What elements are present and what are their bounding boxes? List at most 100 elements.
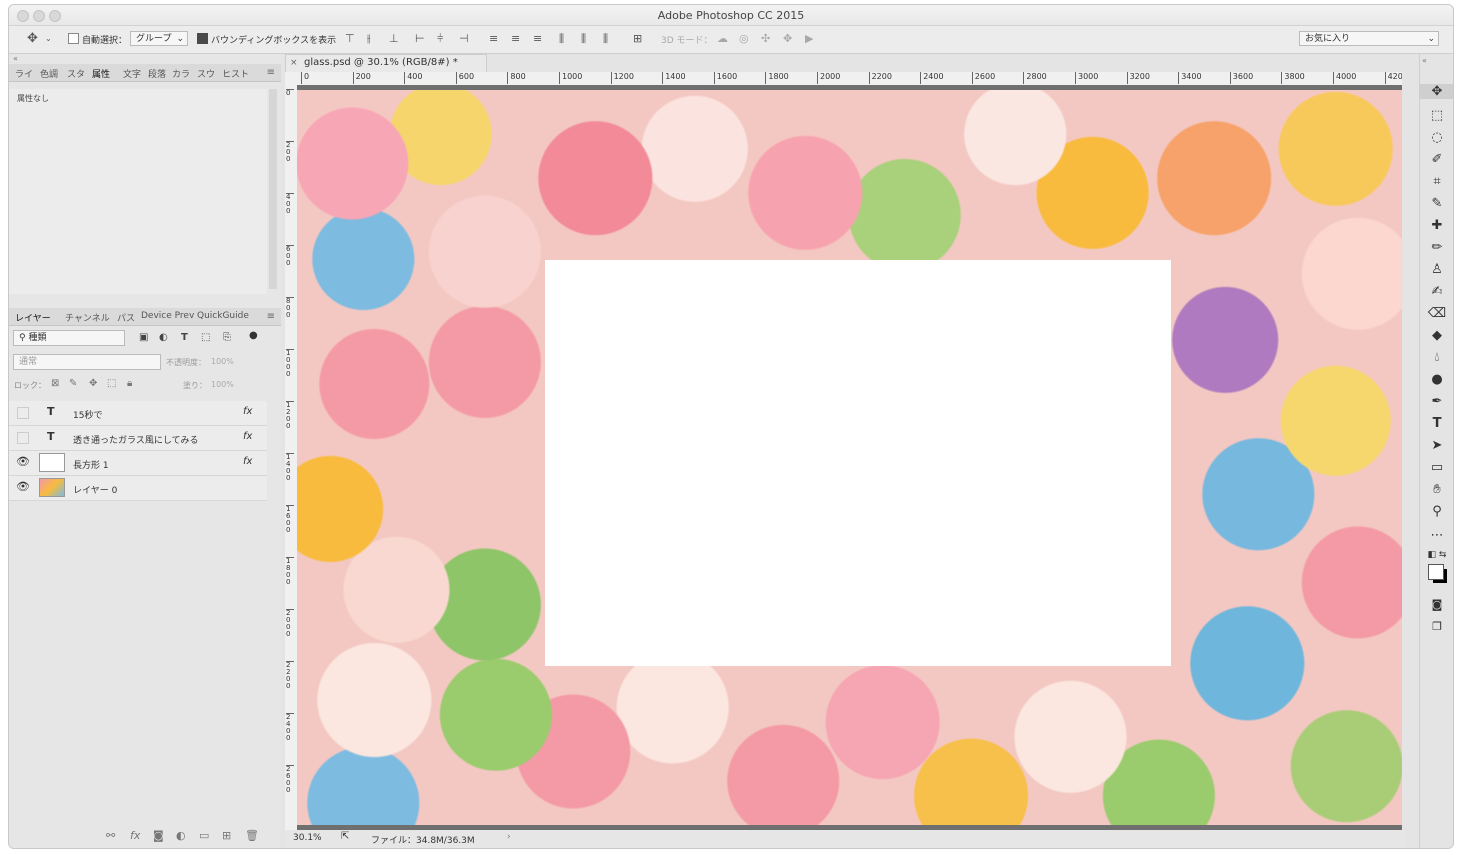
auto-select-checkbox[interactable]: 自動選択： — [68, 33, 127, 46]
eye-icon[interactable]: 👁︎ — [16, 480, 30, 493]
white-rectangle-shape[interactable] — [545, 260, 1171, 666]
align-top-icon[interactable]: ⊤ — [345, 32, 355, 45]
blend-mode-dropdown[interactable]: 通常 — [13, 354, 161, 370]
auto-select-target-dropdown[interactable]: グループ ⌄ — [130, 31, 188, 46]
new-group-icon[interactable]: ▭ — [199, 829, 209, 842]
move-tool-icon[interactable]: ✥ — [1420, 84, 1453, 99]
default-colors-icon[interactable]: ◧ ⇆ — [1420, 550, 1453, 560]
lock-transparent-icon[interactable]: ⊠ — [51, 378, 59, 389]
filter-shape-layers-icon[interactable]: ⬚ — [201, 332, 210, 343]
fx-icon[interactable]: fx — [243, 406, 252, 417]
tab-character[interactable]: 文字 — [123, 67, 141, 80]
distribute-top-icon[interactable]: ≡ — [489, 32, 498, 45]
new-layer-icon[interactable]: ⊞ — [222, 829, 231, 842]
new-adjustment-layer-icon[interactable]: ◐ — [176, 829, 186, 842]
layer-filter-kind-dropdown[interactable]: ⚲ 種類 — [13, 330, 125, 346]
align-vcenter-icon[interactable]: ⫲ — [367, 32, 371, 46]
quick-select-tool-icon[interactable]: ✐ — [1420, 152, 1453, 167]
quick-mask-icon[interactable]: ◙ — [1420, 598, 1453, 611]
distribute-bottom-icon[interactable]: ≡ — [533, 32, 542, 45]
layer-row[interactable]: T 透き通ったガラス風にしてみる fx — [9, 426, 267, 451]
distribute-hcenter-icon[interactable]: ⫼ — [581, 32, 586, 46]
collapse-icon[interactable]: « — [1422, 56, 1427, 65]
distribute-left-icon[interactable]: ⫼ — [559, 32, 564, 46]
canvas-area[interactable] — [297, 85, 1402, 830]
trash-icon[interactable]: 🗑︎ — [245, 829, 259, 842]
3d-pan-icon[interactable]: ✣ — [761, 32, 770, 45]
filter-pixel-layers-icon[interactable]: ▣ — [139, 332, 148, 343]
workspace-dropdown[interactable]: お気に入り ⌄ — [1299, 31, 1439, 46]
tab-paragraph[interactable]: 段落 — [148, 67, 166, 80]
clone-stamp-tool-icon[interactable]: ♙ — [1420, 262, 1453, 277]
link-layers-icon[interactable]: ⚯ — [106, 829, 115, 842]
properties-scrollbar[interactable] — [269, 89, 277, 289]
paint-bucket-tool-icon[interactable]: ◆ — [1420, 328, 1453, 343]
ruler-origin[interactable] — [285, 72, 297, 85]
brush-tool-icon[interactable]: ✏ — [1420, 240, 1453, 255]
tab-layers[interactable]: レイヤー — [15, 311, 51, 324]
pen-tool-icon[interactable]: ✒ — [1420, 394, 1453, 409]
align-hcenter-icon[interactable]: ⫩ — [437, 32, 443, 46]
layer-row[interactable]: T 15秒で fx — [9, 401, 267, 426]
fx-icon[interactable]: fx — [243, 431, 252, 442]
marquee-tool-icon[interactable]: ⬚ — [1420, 108, 1453, 123]
tab-color-tone[interactable]: 色調 — [40, 67, 58, 80]
history-brush-tool-icon[interactable]: ✍ — [1420, 284, 1453, 299]
filter-type-layers-icon[interactable]: T — [181, 332, 188, 343]
visibility-toggle-off[interactable] — [17, 407, 29, 419]
eye-icon[interactable]: 👁︎ — [16, 455, 30, 468]
lock-all-icon[interactable]: 🔒︎ — [127, 378, 132, 389]
align-bottom-icon[interactable]: ⊥ — [389, 32, 399, 45]
align-left-icon[interactable]: ⊢ — [415, 32, 425, 45]
share-icon[interactable]: ⇱ — [341, 831, 349, 842]
tab-styles[interactable]: スタ — [67, 67, 85, 80]
tab-channels[interactable]: チャンネル — [65, 311, 110, 324]
fx-icon[interactable]: fx — [243, 456, 252, 467]
panel-menu-icon[interactable]: ≡ — [267, 67, 275, 78]
tab-properties[interactable]: 属性 — [92, 67, 110, 80]
chevron-down-icon[interactable]: ⌄ — [45, 34, 52, 43]
hand-tool-icon[interactable]: ✋︎ — [1420, 482, 1453, 497]
zoom-level[interactable]: 30.1% — [293, 833, 322, 843]
close-icon[interactable]: × — [290, 55, 298, 71]
distribute-vcenter-icon[interactable]: ≡ — [511, 32, 520, 45]
screen-mode-icon[interactable]: ❐ — [1420, 620, 1453, 633]
tab-device-preview[interactable]: Device Prev — [141, 311, 194, 321]
crop-tool-icon[interactable]: ⌗ — [1420, 174, 1453, 189]
eraser-tool-icon[interactable]: ⌫ — [1420, 306, 1453, 321]
lasso-tool-icon[interactable]: ◌ — [1420, 130, 1453, 145]
move-tool-preset-icon[interactable]: ✥ — [27, 31, 38, 46]
filter-adjustment-layers-icon[interactable]: ◐ — [159, 332, 168, 343]
add-layer-style-icon[interactable]: fx — [130, 829, 140, 842]
zoom-tool-icon[interactable]: ⚲ — [1420, 504, 1453, 519]
tab-adjustments[interactable]: ライ — [15, 67, 33, 80]
foreground-color-swatch[interactable] — [1428, 564, 1444, 580]
rectangle-tool-icon[interactable]: ▭ — [1420, 460, 1453, 475]
lock-image-icon[interactable]: ✎ — [69, 378, 77, 389]
lock-artboard-icon[interactable]: ⬚ — [107, 378, 116, 389]
filter-toggle-icon[interactable]: ● — [249, 330, 258, 341]
3d-slide-icon[interactable]: ✥ — [783, 32, 792, 45]
layer-row[interactable]: 👁︎ 長方形 1 fx — [9, 451, 267, 476]
lock-position-icon[interactable]: ✥ — [89, 378, 97, 389]
opacity-input[interactable]: 100% — [211, 357, 234, 366]
layer-row[interactable]: 👁︎ レイヤー 0 — [9, 476, 267, 501]
dodge-tool-icon[interactable]: ● — [1420, 372, 1453, 387]
3d-roll-icon[interactable]: ◎ — [739, 32, 749, 45]
edit-toolbar-icon[interactable]: ⋯ — [1420, 528, 1453, 543]
distribute-right-icon[interactable]: ⫼ — [603, 32, 608, 46]
tab-paths[interactable]: パス — [117, 311, 135, 324]
tab-quickguide[interactable]: QuickGuide — [197, 311, 249, 321]
document-tab[interactable]: × glass.psd @ 30.1% (RGB/8#) * — [285, 54, 487, 72]
tab-history[interactable]: ヒスト — [222, 67, 249, 80]
auto-align-layers-icon[interactable]: ⊞ — [633, 32, 642, 45]
add-mask-icon[interactable]: ◙ — [153, 829, 164, 842]
visibility-toggle-off[interactable] — [17, 432, 29, 444]
type-tool-icon[interactable]: T — [1420, 416, 1453, 431]
path-selection-tool-icon[interactable]: ➤ — [1420, 438, 1453, 453]
filter-smart-objects-icon[interactable]: ⎘ — [223, 332, 231, 343]
collapse-icon[interactable]: « — [13, 54, 18, 63]
tab-swatches[interactable]: スウ — [197, 67, 215, 80]
eyedropper-tool-icon[interactable]: ✎ — [1420, 196, 1453, 211]
fill-input[interactable]: 100% — [211, 380, 234, 389]
